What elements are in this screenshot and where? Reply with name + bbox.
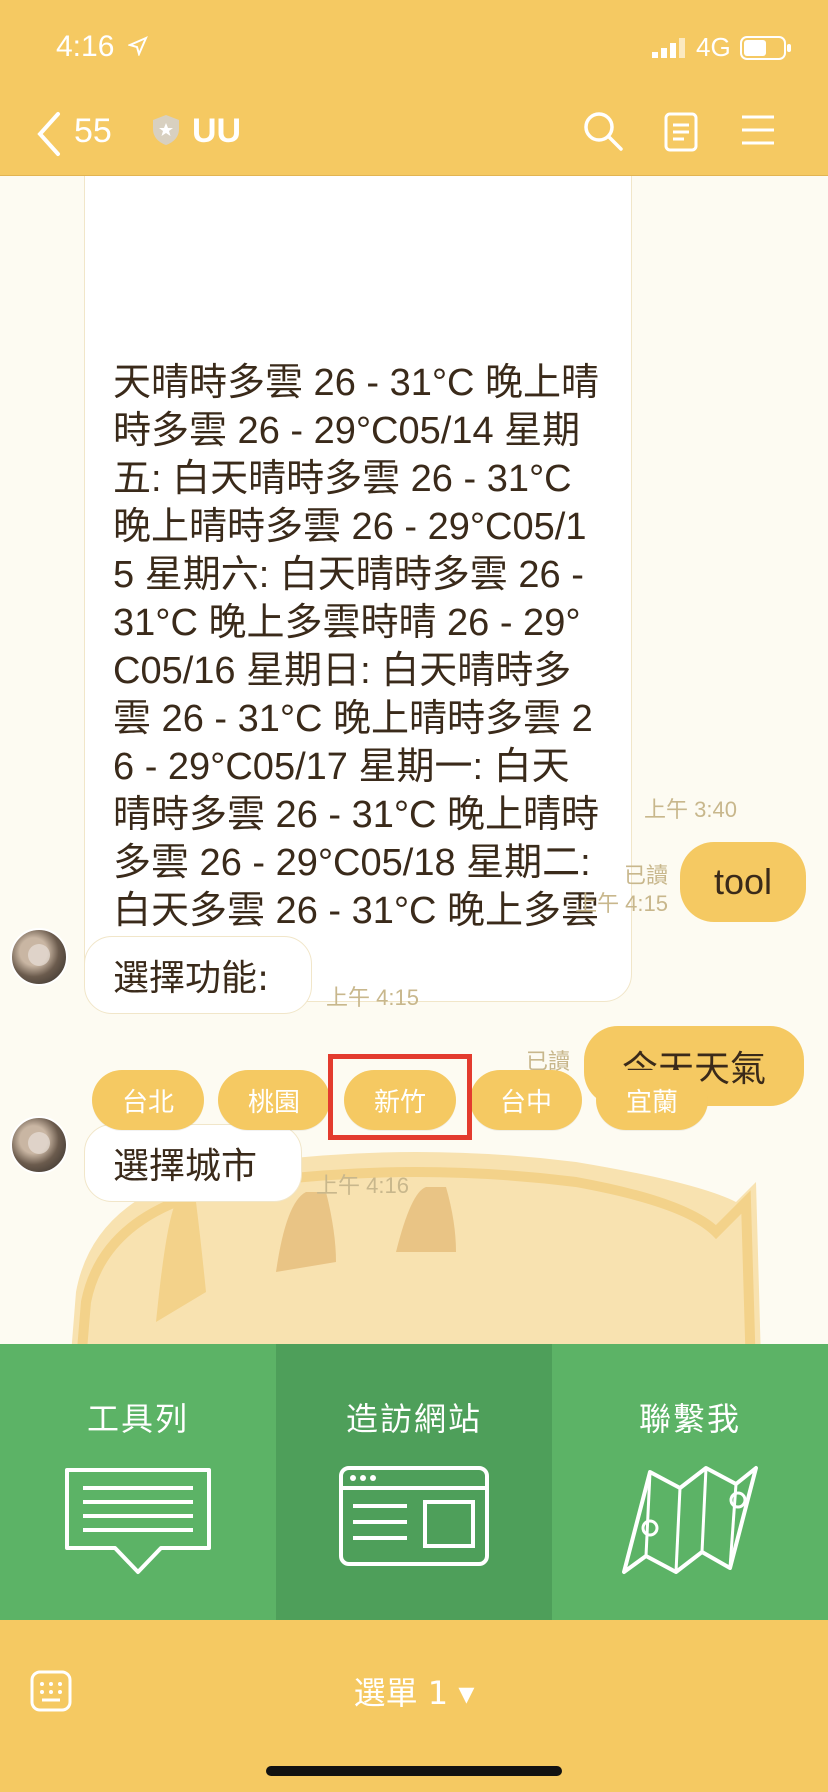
folded-map-icon xyxy=(622,1466,758,1574)
top-bar: 4:16 4G 55 UU xyxy=(0,0,828,176)
avatar[interactable] xyxy=(10,928,68,986)
browser-window-icon xyxy=(339,1466,489,1566)
quick-reply-taoyuan[interactable]: 桃園 xyxy=(218,1070,330,1130)
received-message: 選擇功能: xyxy=(84,936,312,1014)
quick-reply-bar: 台北 桃園 新竹 台中 宜蘭 xyxy=(92,1070,708,1130)
quick-reply-hsinchu[interactable]: 新竹 xyxy=(344,1070,456,1130)
search-icon[interactable] xyxy=(582,110,624,152)
message-time: 上午 4:15 xyxy=(575,891,668,916)
message-time: 上午 4:15 xyxy=(326,985,419,1010)
status-time: 4:16 xyxy=(56,30,115,63)
home-indicator xyxy=(266,1766,562,1776)
received-message-text: 選擇城市 xyxy=(113,1146,258,1187)
back-unread-count[interactable]: 55 xyxy=(74,112,112,151)
hamburger-menu-icon[interactable] xyxy=(740,114,776,146)
rich-menu-visit-site[interactable]: 造訪網站 xyxy=(276,1344,552,1620)
sent-message-text: tool xyxy=(713,861,773,902)
received-message: 選擇城市 xyxy=(84,1124,302,1202)
chat-title: UU xyxy=(192,112,242,150)
network-type: 4G xyxy=(696,32,731,62)
battery-icon xyxy=(740,36,791,60)
weather-forecast-message: 天晴時多雲 26 - 31°C 晚上晴時多雲 26 - 29°C05/14 星期… xyxy=(84,176,632,1002)
rich-menu-label: 聯繫我 xyxy=(638,1400,741,1438)
message-list-icon xyxy=(65,1468,211,1574)
note-icon[interactable] xyxy=(664,112,698,152)
location-arrow-icon xyxy=(128,36,148,56)
rich-menu-label: 工具列 xyxy=(86,1400,189,1438)
sent-message-tool: tool xyxy=(680,842,806,922)
rich-menu-contact[interactable]: 聯繫我 xyxy=(552,1344,828,1620)
quick-reply-taichung[interactable]: 台中 xyxy=(470,1070,582,1130)
bottom-bar: 選單 1 ▾ xyxy=(0,1620,828,1792)
quick-reply-yilan[interactable]: 宜蘭 xyxy=(596,1070,708,1130)
chat-area[interactable]: 天晴時多雲 26 - 31°C 晚上晴時多雲 26 - 29°C05/14 星期… xyxy=(0,176,828,1344)
rich-menu-toolbar[interactable]: 工具列 xyxy=(0,1344,276,1620)
message-time: 上午 3:40 xyxy=(644,797,737,822)
verified-shield-icon xyxy=(153,115,179,145)
received-message-text: 選擇功能: xyxy=(113,958,270,999)
rich-menu-toggle[interactable]: 選單 1 ▾ xyxy=(0,1668,828,1714)
rich-menu-label: 造訪網站 xyxy=(345,1400,482,1438)
rich-menu: 工具列 造訪網站 聯繫我 xyxy=(0,1344,828,1620)
back-chevron-icon[interactable] xyxy=(34,110,64,158)
avatar[interactable] xyxy=(10,1116,68,1174)
signal-icon xyxy=(652,38,685,58)
quick-reply-taipei[interactable]: 台北 xyxy=(92,1070,204,1130)
weather-forecast-text: 天晴時多雲 26 - 31°C 晚上晴時多雲 26 - 29°C05/14 星期… xyxy=(113,362,600,980)
message-time: 上午 4:16 xyxy=(316,1173,409,1198)
